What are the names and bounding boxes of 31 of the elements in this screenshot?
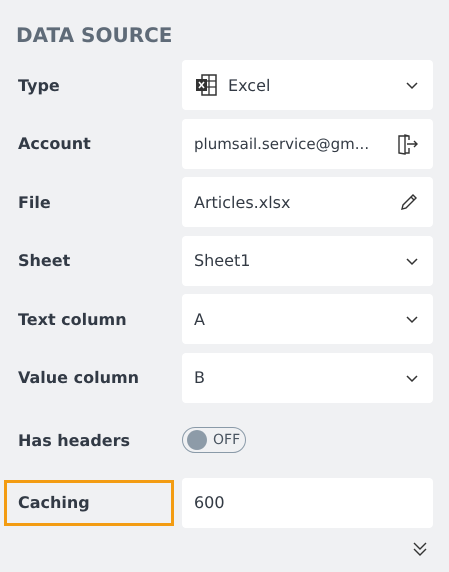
field-value: Excel <box>228 76 272 94</box>
field-value: B <box>194 368 206 387</box>
chevron-down-icon <box>405 256 419 266</box>
double-chevron-down-icon[interactable] <box>411 540 429 558</box>
field-value: A <box>194 310 206 328</box>
dropdown-field[interactable]: Sheet1 <box>182 236 433 286</box>
field-label: Sheet <box>17 250 72 272</box>
field-value: plumsail.service@gm... <box>194 134 370 152</box>
field-label: Has headers <box>17 430 132 452</box>
toggle-switch[interactable]: OFF <box>182 427 246 453</box>
section-title: DATA SOURCE <box>15 22 174 48</box>
pencil-icon[interactable] <box>399 192 419 212</box>
field-value: Sheet1 <box>194 251 252 270</box>
field-value: Articles.xlsx <box>194 192 292 212</box>
dropdown-field[interactable]: B <box>182 352 433 402</box>
field-label: Text column <box>17 308 128 330</box>
input-field[interactable]: 600 <box>182 478 433 528</box>
dropdown-field[interactable]: Excel <box>182 60 433 110</box>
field-label: File <box>17 192 52 214</box>
chevron-down-icon <box>405 372 419 382</box>
spreadsheet-icon <box>194 73 218 97</box>
field-value: 600 <box>194 493 226 512</box>
account-field[interactable]: plumsail.service@gm... <box>182 118 433 168</box>
highlighted-label: Caching <box>4 480 174 526</box>
field-label: Type <box>17 74 61 96</box>
chevron-down-icon <box>405 80 419 90</box>
field-label: Account <box>17 133 92 155</box>
dropdown-field[interactable]: A <box>182 294 433 344</box>
file-field[interactable]: Articles.xlsx <box>182 177 433 227</box>
chevron-down-icon <box>405 314 419 324</box>
field-label: Value column <box>17 367 140 389</box>
